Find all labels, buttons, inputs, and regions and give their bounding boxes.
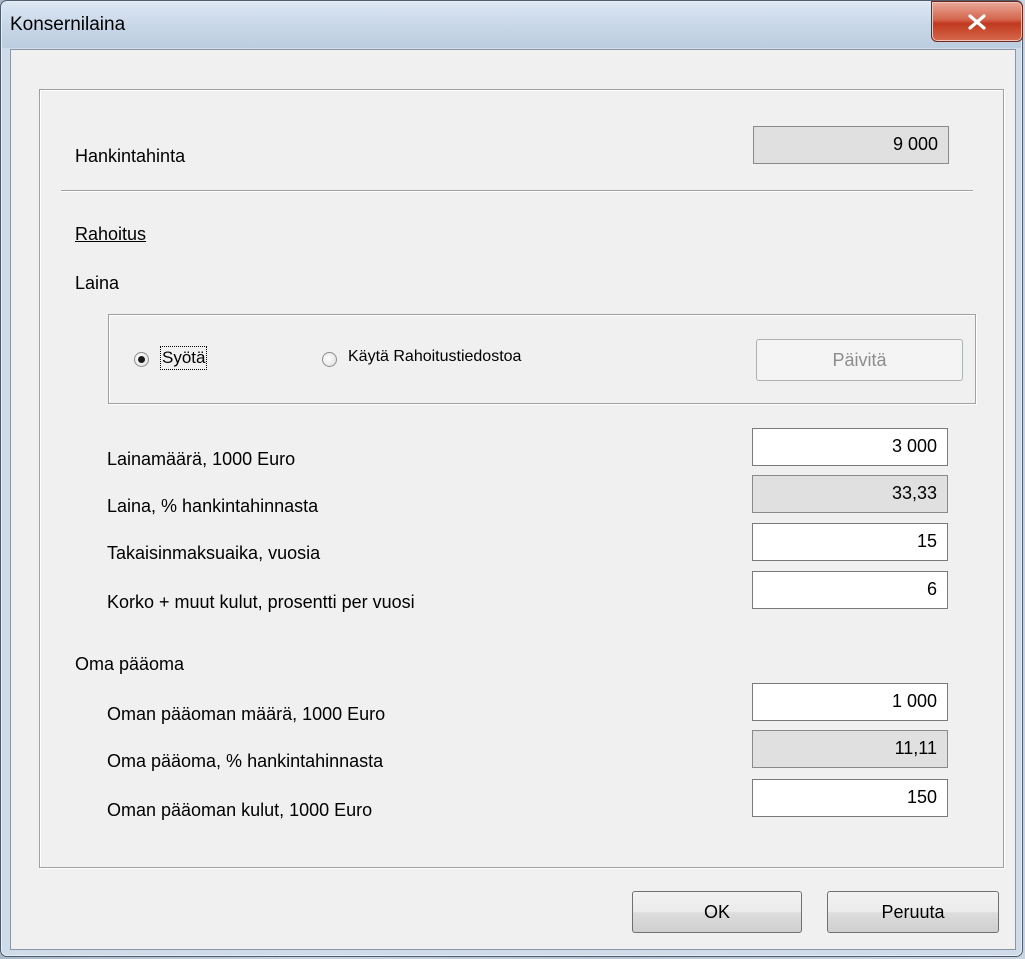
ok-button[interactable]: OK (632, 891, 802, 933)
dialog-client-area: Hankintahinta 9 000 Rahoitus Laina Syötä… (10, 49, 1016, 950)
dialog-window: Konsernilaina Hankintahinta 9 000 Rahoit… (0, 0, 1023, 957)
loan-percent-label: Laina, % hankintahinnasta (107, 496, 319, 516)
cancel-button[interactable]: Peruuta (827, 891, 999, 933)
radio-use-finance-file[interactable] (322, 352, 337, 367)
radio-input-manual-label[interactable]: Syötä (159, 346, 208, 370)
repayment-term-field[interactable]: 15 (752, 523, 948, 561)
radio-input-manual[interactable] (134, 352, 149, 367)
title-bar[interactable]: Konsernilaina (2, 1, 1023, 48)
loan-amount-label: Lainamäärä, 1000 Euro (107, 449, 296, 469)
loan-percent-field: 33,33 (752, 475, 948, 513)
equity-percent-label: Oma pääoma, % hankintahinnasta (107, 751, 384, 771)
update-button[interactable]: Päivitä (756, 339, 963, 381)
equity-cost-label: Oman pääoman kulut, 1000 Euro (107, 800, 373, 820)
radio-selected-dot (138, 356, 145, 363)
loan-amount-field[interactable]: 3 000 (752, 428, 948, 466)
equity-percent-field: 11,11 (752, 730, 948, 768)
radio-use-finance-file-label[interactable]: Käytä Rahoitustiedostoa (348, 348, 521, 366)
purchase-price-field: 9 000 (753, 126, 949, 164)
repayment-term-label: Takaisinmaksuaika, vuosia (107, 543, 321, 563)
interest-field[interactable]: 6 (752, 571, 948, 609)
financing-heading: Rahoitus (75, 224, 147, 244)
window-title: Konsernilaina (10, 14, 126, 35)
close-button[interactable] (931, 1, 1023, 42)
close-icon (968, 13, 986, 30)
equity-heading: Oma pääoma (75, 654, 185, 674)
equity-amount-field[interactable]: 1 000 (752, 683, 948, 721)
equity-amount-label: Oman pääoman määrä, 1000 Euro (107, 704, 386, 724)
loan-heading: Laina (75, 273, 120, 293)
equity-cost-field[interactable]: 150 (752, 779, 948, 817)
purchase-price-label: Hankintahinta (75, 146, 186, 166)
interest-label: Korko + muut kulut, prosentti per vuosi (107, 592, 415, 612)
divider (61, 190, 973, 192)
